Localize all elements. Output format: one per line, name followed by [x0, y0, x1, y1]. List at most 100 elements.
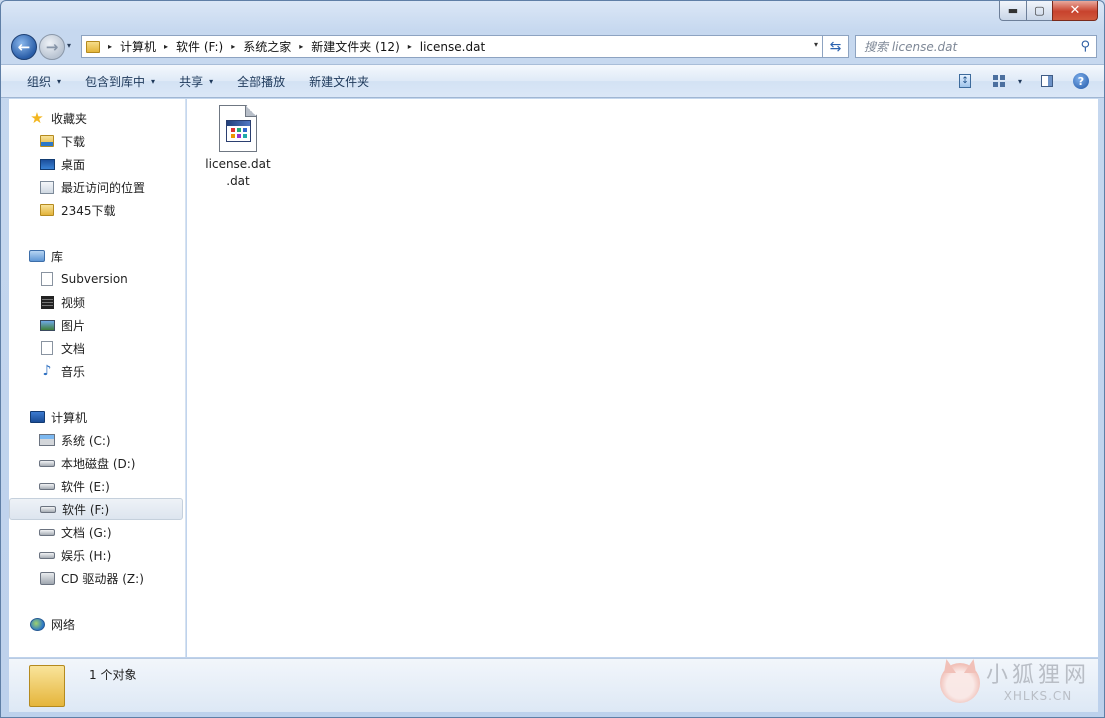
file-item-license-dat[interactable]: license.dat .dat: [204, 105, 272, 190]
sidebar-item-libraries[interactable]: 库: [9, 245, 185, 267]
toolbar-right-group: ↕ ▾ ?: [944, 70, 1094, 92]
sidebar-item-label: 文档 (G:): [61, 525, 112, 540]
recent-pages-dropdown[interactable]: ▾: [67, 41, 71, 50]
views-dropdown[interactable]: ▾: [1014, 70, 1026, 92]
sidebar-item-label: 本地磁盘 (D:): [61, 456, 136, 471]
sidebar-item-label: 音乐: [61, 364, 86, 379]
command-bar: 组织 ▾ 包含到库中 ▾ 共享 ▾ 全部播放 新建文件夹 ↕ ▾ ?: [1, 64, 1104, 98]
help-button[interactable]: ?: [1068, 70, 1094, 92]
cd-drive-icon: [39, 571, 55, 585]
sidebar-item-computer[interactable]: 计算机: [9, 406, 185, 428]
search-icon[interactable]: ⚲: [1080, 39, 1090, 54]
breadcrumb-license-dat[interactable]: license.dat: [420, 40, 485, 54]
new-folder-label: 新建文件夹: [309, 74, 370, 89]
computer-icon: [29, 411, 45, 423]
details-pane: 1 个对象 小狐狸网 XHLKS.CN: [9, 658, 1098, 712]
views-button[interactable]: [986, 70, 1012, 92]
window-controls: ▬ ▢ ✕: [999, 1, 1098, 21]
sidebar-item-music[interactable]: ♪ 音乐: [9, 360, 185, 382]
sidebar-item-drive-f[interactable]: 软件 (F:): [9, 498, 183, 520]
folder-icon: [29, 665, 65, 707]
breadcrumb-separator[interactable]: ▸: [164, 42, 168, 51]
folder-icon: [86, 40, 100, 53]
star-icon: ★: [30, 109, 44, 127]
breadcrumb-separator[interactable]: ▸: [299, 42, 303, 51]
picture-icon: [39, 319, 55, 331]
watermark-text: 小狐狸网: [985, 663, 1090, 688]
maximize-button[interactable]: ▢: [1026, 1, 1052, 21]
application-file-icon: [219, 105, 257, 152]
help-icon: ?: [1073, 73, 1089, 89]
change-view-button[interactable]: ↕: [952, 70, 978, 92]
minimize-button[interactable]: ▬: [999, 1, 1026, 21]
breadcrumb-computer[interactable]: 计算机: [120, 38, 156, 55]
address-bar[interactable]: ▸ 计算机 ▸ 软件 (F:) ▸ 系统之家 ▸ 新建文件夹 (12) ▸ li…: [81, 35, 823, 58]
maximize-icon: ▢: [1034, 4, 1045, 17]
sidebar-item-label: CD 驱动器 (Z:): [61, 571, 144, 586]
breadcrumb-drive-f[interactable]: 软件 (F:): [176, 38, 223, 55]
close-icon: ✕: [1069, 3, 1081, 18]
music-note-icon: ♪: [42, 363, 52, 379]
sidebar-item-drive-c[interactable]: 系统 (C:): [9, 429, 185, 451]
chevron-down-icon: ▾: [209, 76, 214, 86]
sidebar-item-drive-d[interactable]: 本地磁盘 (D:): [9, 452, 185, 474]
share-menu[interactable]: 共享 ▾: [167, 69, 225, 93]
sidebar-item-drive-z[interactable]: CD 驱动器 (Z:): [9, 567, 185, 589]
sidebar-item-favorites[interactable]: ★ 收藏夹: [9, 107, 185, 129]
navigation-pane: ★ 收藏夹 下载 桌面 最近访问的位置 2345下载 库 Subversion 视…: [9, 99, 186, 657]
include-in-library-label: 包含到库中: [85, 74, 146, 89]
new-folder-button[interactable]: 新建文件夹: [297, 69, 381, 93]
sidebar-item-label: 软件 (F:): [62, 502, 110, 517]
chevron-down-icon: ▾: [813, 40, 818, 49]
fox-logo-icon: [939, 663, 980, 703]
sidebar-item-downloads[interactable]: 下载: [9, 130, 185, 152]
play-all-button[interactable]: 全部播放: [225, 69, 297, 93]
preview-pane-button[interactable]: [1034, 70, 1060, 92]
refresh-icon: ⇆: [829, 38, 842, 55]
hard-drive-icon: [39, 528, 55, 536]
video-icon: [40, 295, 54, 309]
item-count: 1 个对象: [89, 668, 137, 682]
sidebar-item-desktop[interactable]: 桌面: [9, 153, 185, 175]
sidebar-item-label: 文档: [61, 341, 86, 356]
search-box[interactable]: ⚲: [855, 35, 1097, 58]
organize-label: 组织: [27, 74, 52, 89]
breadcrumb-new-folder[interactable]: 新建文件夹 (12): [311, 38, 399, 55]
forward-button[interactable]: →: [39, 34, 65, 60]
preview-pane-icon: [1041, 75, 1053, 87]
downloads-folder-icon: [40, 135, 54, 147]
search-input[interactable]: [864, 39, 1074, 54]
refresh-button[interactable]: ⇆: [823, 35, 849, 58]
desktop-icon: [39, 158, 55, 170]
breadcrumb-separator[interactable]: ▸: [231, 42, 235, 51]
close-button[interactable]: ✕: [1052, 1, 1098, 21]
sidebar-item-subversion[interactable]: Subversion: [9, 268, 185, 290]
hard-drive-icon: [39, 482, 55, 490]
chevron-down-icon: ▾: [57, 76, 62, 86]
sidebar-item-label: 网络: [51, 617, 76, 632]
library-document-icon: [41, 272, 53, 286]
file-name-line: license.dat: [205, 157, 271, 171]
sidebar-item-recent-places[interactable]: 最近访问的位置: [9, 176, 185, 198]
sidebar-item-2345-downloads[interactable]: 2345下载: [9, 199, 185, 221]
sidebar-item-documents[interactable]: 文档: [9, 337, 185, 359]
sidebar-item-drive-g[interactable]: 文档 (G:): [9, 521, 185, 543]
organize-menu[interactable]: 组织 ▾: [15, 69, 73, 93]
watermark-domain: XHLKS.CN: [1003, 689, 1073, 703]
sidebar-item-drive-e[interactable]: 软件 (E:): [9, 475, 185, 497]
include-in-library-menu[interactable]: 包含到库中 ▾: [73, 69, 167, 93]
back-button[interactable]: ←: [11, 34, 37, 60]
sidebar-item-network[interactable]: 网络: [9, 613, 185, 635]
sidebar-item-pictures[interactable]: 图片: [9, 314, 185, 336]
file-list-pane[interactable]: license.dat .dat: [187, 99, 1098, 657]
play-all-label: 全部播放: [237, 74, 286, 89]
sidebar-item-videos[interactable]: 视频: [9, 291, 185, 313]
breadcrumb-separator[interactable]: ▸: [408, 42, 412, 51]
breadcrumb-separator[interactable]: ▸: [108, 42, 112, 51]
sidebar-item-label: 视频: [61, 295, 86, 310]
breadcrumb-xitongzhijia[interactable]: 系统之家: [243, 38, 291, 55]
address-dropdown[interactable]: ▾: [814, 40, 818, 49]
change-view-icon: ↕: [959, 74, 971, 88]
sidebar-item-drive-h[interactable]: 娱乐 (H:): [9, 544, 185, 566]
sidebar-item-label: 图片: [61, 318, 86, 333]
